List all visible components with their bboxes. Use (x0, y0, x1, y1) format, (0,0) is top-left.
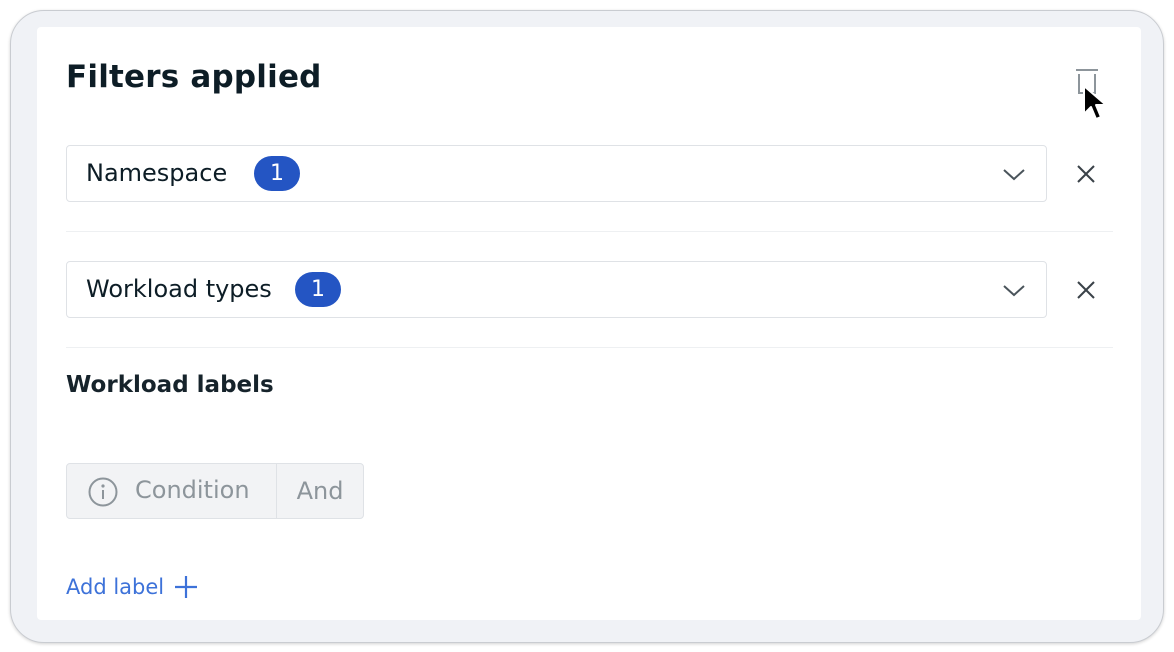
clear-filters-button[interactable] (1071, 65, 1103, 101)
filters-panel: Filters applied Namespace 1 Workload typ… (37, 27, 1141, 620)
chevron-down-icon (1003, 169, 1025, 181)
condition-group: Condition And (66, 463, 364, 519)
window-frame: Filters applied Namespace 1 Workload typ… (10, 10, 1164, 643)
filter-namespace-count-badge: 1 (254, 156, 300, 191)
remove-namespace-filter-button[interactable] (1073, 161, 1099, 187)
divider (66, 347, 1113, 348)
plus-icon (175, 576, 198, 598)
close-icon (1077, 281, 1095, 299)
add-label-text: Add label (66, 575, 165, 599)
panel-title: Filters applied (66, 59, 322, 95)
divider (66, 231, 1113, 232)
remove-workload-types-filter-button[interactable] (1073, 277, 1099, 303)
close-icon (1077, 165, 1095, 183)
chevron-down-icon (1003, 285, 1025, 297)
filter-workload-types-select[interactable]: Workload types 1 (66, 261, 1047, 318)
filter-namespace-select[interactable]: Namespace 1 (66, 145, 1047, 202)
trash-icon (1076, 69, 1098, 94)
add-label-button[interactable]: Add label (66, 572, 198, 602)
filter-workload-types-count-badge: 1 (295, 272, 341, 307)
filter-workload-types-label: Workload types (86, 275, 272, 303)
operator-and-button[interactable]: And (277, 464, 363, 518)
filter-namespace-label: Namespace (86, 159, 228, 187)
info-icon (88, 477, 118, 507)
condition-label: Condition (135, 476, 250, 504)
workload-labels-heading: Workload labels (66, 372, 274, 398)
